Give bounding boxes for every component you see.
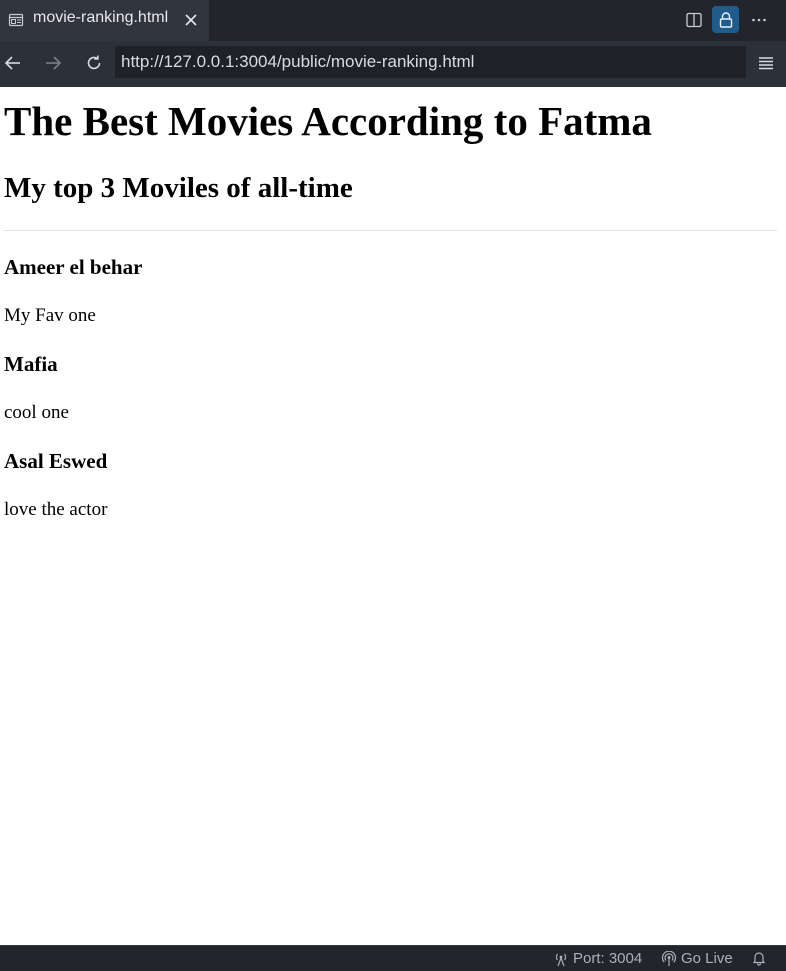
close-icon[interactable]: [182, 11, 200, 29]
movie-title-3: Asal Eswed: [4, 449, 108, 473]
hamburger-menu-icon[interactable]: [754, 51, 778, 75]
split-editor-icon[interactable]: [680, 6, 707, 33]
movie-title-1: Ameer el behar: [4, 255, 143, 279]
page-content: The Best Movies According to Fatma My to…: [0, 87, 786, 945]
movie-comment-2: cool one: [4, 402, 69, 423]
status-bar: Port: 3004 Go Live: [0, 945, 786, 971]
broadcast-icon: [555, 953, 567, 966]
movie-comment-1: My Fav one: [4, 305, 96, 326]
tab-movie-ranking[interactable]: movie-ranking.html: [0, 0, 209, 41]
go-live-label: Go Live: [681, 950, 733, 967]
page-title: The Best Movies According to Fatma: [4, 98, 652, 144]
lock-icon[interactable]: [712, 6, 739, 33]
more-actions-icon[interactable]: [745, 6, 772, 33]
live-signal-icon: [661, 950, 677, 966]
movie-comment-3: love the actor: [4, 499, 108, 520]
movie-title-2: Mafia: [4, 352, 58, 376]
arrow-left-icon[interactable]: [1, 51, 25, 75]
divider: [3, 230, 777, 231]
tab-bar: movie-ranking.html: [0, 0, 786, 41]
go-live-button[interactable]: Go Live: [661, 950, 733, 967]
arrow-right-icon[interactable]: [41, 51, 65, 75]
tab-title: movie-ranking.html: [33, 9, 169, 26]
bell-icon[interactable]: [751, 950, 771, 966]
url-text: http://127.0.0.1:3004/public/movie-ranki…: [121, 52, 475, 71]
port-label: Port: 3004: [573, 950, 643, 967]
preview-page-icon: [8, 12, 24, 28]
navigation-bar: http://127.0.0.1:3004/public/movie-ranki…: [0, 41, 786, 87]
port-status[interactable]: Port: 3004: [553, 950, 642, 967]
reload-icon[interactable]: [82, 51, 106, 75]
url-input[interactable]: http://127.0.0.1:3004/public/movie-ranki…: [115, 46, 746, 78]
page-subtitle: My top 3 Moviles of all-time: [4, 172, 353, 204]
